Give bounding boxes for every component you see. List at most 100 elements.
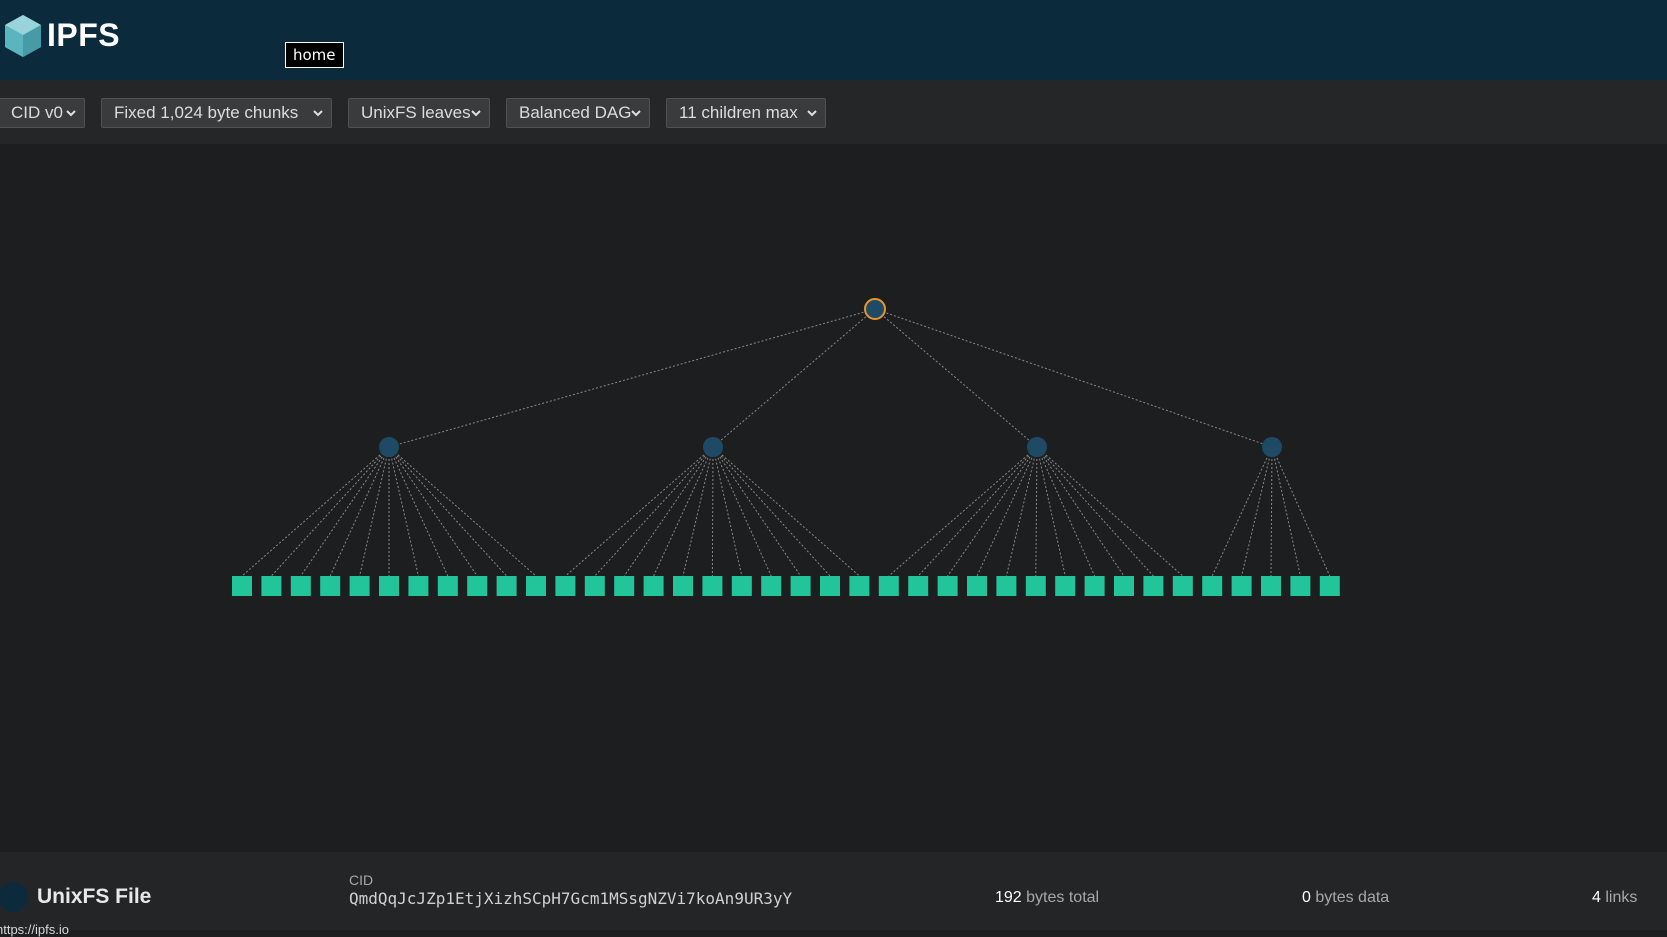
- leaf-edge: [271, 446, 390, 577]
- leaf-edge: [888, 446, 1038, 577]
- leaf-edge: [388, 446, 507, 577]
- max-children-value: 11 children max: [679, 103, 798, 122]
- leaf-node[interactable]: [996, 576, 1017, 596]
- cid-version-select[interactable]: CID v0: [0, 98, 85, 128]
- leaf-edge: [1036, 446, 1154, 577]
- leaf-node[interactable]: [379, 576, 399, 596]
- chevron-down-icon: [471, 110, 481, 117]
- chunker-value: Fixed 1,024 byte chunks: [114, 103, 299, 122]
- leaf-node[interactable]: [761, 576, 782, 596]
- dag-node[interactable]: [1262, 437, 1282, 457]
- leaf-node[interactable]: [584, 576, 605, 596]
- root-edge: [388, 308, 876, 448]
- leaf-edge: [712, 446, 831, 577]
- leaf-edge: [712, 446, 743, 577]
- leaf-node[interactable]: [1202, 576, 1223, 596]
- leaf-edge: [1036, 446, 1125, 577]
- leaf-node[interactable]: [526, 576, 546, 596]
- leaf-node[interactable]: [937, 576, 958, 596]
- toolbar: CID v0 Fixed 1,024 byte chunks UnixFS le…: [0, 80, 1667, 144]
- chevron-down-icon: [631, 110, 641, 117]
- leaf-type-value: UnixFS leaves: [361, 103, 471, 122]
- leaf-edge: [1271, 446, 1331, 577]
- root-edge: [712, 308, 876, 448]
- leaf-node[interactable]: [261, 576, 282, 596]
- home-tooltip: home: [285, 42, 344, 68]
- leaf-node[interactable]: [320, 576, 341, 596]
- leaf-edge: [241, 446, 390, 577]
- leaf-node[interactable]: [1231, 576, 1252, 596]
- leaf-type-select[interactable]: UnixFS leaves: [348, 98, 490, 128]
- leaf-node[interactable]: [967, 576, 987, 596]
- leaf-node[interactable]: [790, 576, 811, 596]
- leaf-node[interactable]: [1114, 576, 1134, 596]
- leaf-node[interactable]: [643, 576, 664, 596]
- node-type-title: UnixFS File: [37, 885, 152, 908]
- leaf-edge: [1271, 446, 1301, 577]
- leaf-node[interactable]: [1261, 576, 1281, 596]
- leaf-edge: [565, 446, 714, 577]
- cid-version-value: CID v0: [11, 103, 63, 122]
- ipfs-logo-icon[interactable]: [4, 14, 42, 58]
- bytes-data-label: bytes data: [1315, 889, 1390, 906]
- leaf-node[interactable]: [1143, 576, 1164, 596]
- leaf-node[interactable]: [349, 576, 370, 596]
- bytes-data: 0 bytes data: [1302, 889, 1389, 907]
- chevron-down-icon: [807, 110, 817, 117]
- leaf-node[interactable]: [437, 576, 458, 596]
- leaf-node[interactable]: [614, 576, 635, 596]
- leaf-node[interactable]: [702, 576, 723, 596]
- leaf-node[interactable]: [820, 576, 840, 596]
- dag-node[interactable]: [703, 437, 723, 457]
- leaf-node[interactable]: [1172, 576, 1193, 596]
- leaf-node[interactable]: [673, 576, 693, 596]
- leaf-edge: [712, 446, 802, 577]
- dag-layout-select[interactable]: Balanced DAG: [506, 98, 650, 128]
- links-number: 4: [1592, 889, 1601, 906]
- leaf-edge: [712, 446, 860, 577]
- leaf-edge: [1035, 446, 1038, 577]
- leaf-edge: [359, 446, 390, 577]
- leaf-edge: [1005, 446, 1038, 577]
- leaf-node[interactable]: [496, 576, 517, 596]
- dag-node[interactable]: [1027, 437, 1047, 457]
- chunker-select[interactable]: Fixed 1,024 byte chunks: [101, 98, 332, 128]
- leaf-node[interactable]: [1290, 576, 1311, 596]
- root-node[interactable]: [864, 298, 886, 320]
- leaf-node[interactable]: [731, 576, 752, 596]
- chevron-down-icon: [313, 110, 323, 117]
- dag-edges: [241, 308, 1331, 577]
- links-count: 4 links: [1592, 889, 1637, 907]
- leaf-edge: [917, 446, 1038, 577]
- leaf-edge: [947, 446, 1038, 577]
- links-label: links: [1605, 889, 1638, 906]
- leaf-edge: [388, 446, 449, 577]
- cid-value[interactable]: QmdQqJcJZp1EtjXizhSCpH7Gcm1MSsgNZVi7koAn…: [349, 889, 792, 908]
- leaf-node[interactable]: [1025, 576, 1046, 596]
- leaf-edge: [388, 446, 537, 577]
- leaf-node[interactable]: [878, 576, 899, 596]
- leaf-node[interactable]: [1084, 576, 1105, 596]
- leaf-node[interactable]: [408, 576, 429, 596]
- leaf-edge: [711, 446, 714, 577]
- leaf-node[interactable]: [555, 576, 576, 596]
- max-children-select[interactable]: 11 children max: [666, 98, 826, 128]
- node-type-dot: [0, 882, 28, 912]
- dag-canvas: [0, 144, 1667, 852]
- leaf-edge: [1036, 446, 1066, 577]
- brand-title[interactable]: IPFS: [47, 17, 120, 54]
- leaf-node[interactable]: [849, 576, 870, 596]
- leaf-node[interactable]: [1319, 576, 1340, 596]
- leaf-node[interactable]: [908, 576, 929, 596]
- leaf-node[interactable]: [1055, 576, 1076, 596]
- leaf-edge: [388, 446, 478, 577]
- leaf-node[interactable]: [232, 576, 252, 596]
- bytes-total-label: bytes total: [1026, 889, 1100, 906]
- dag-node[interactable]: [379, 437, 399, 457]
- bytes-total-number: 192: [995, 889, 1022, 906]
- leaf-edge: [653, 446, 714, 577]
- leaf-edge: [976, 446, 1038, 577]
- leaf-node[interactable]: [290, 576, 311, 596]
- leaf-node[interactable]: [467, 576, 488, 596]
- root-edge: [874, 308, 1038, 448]
